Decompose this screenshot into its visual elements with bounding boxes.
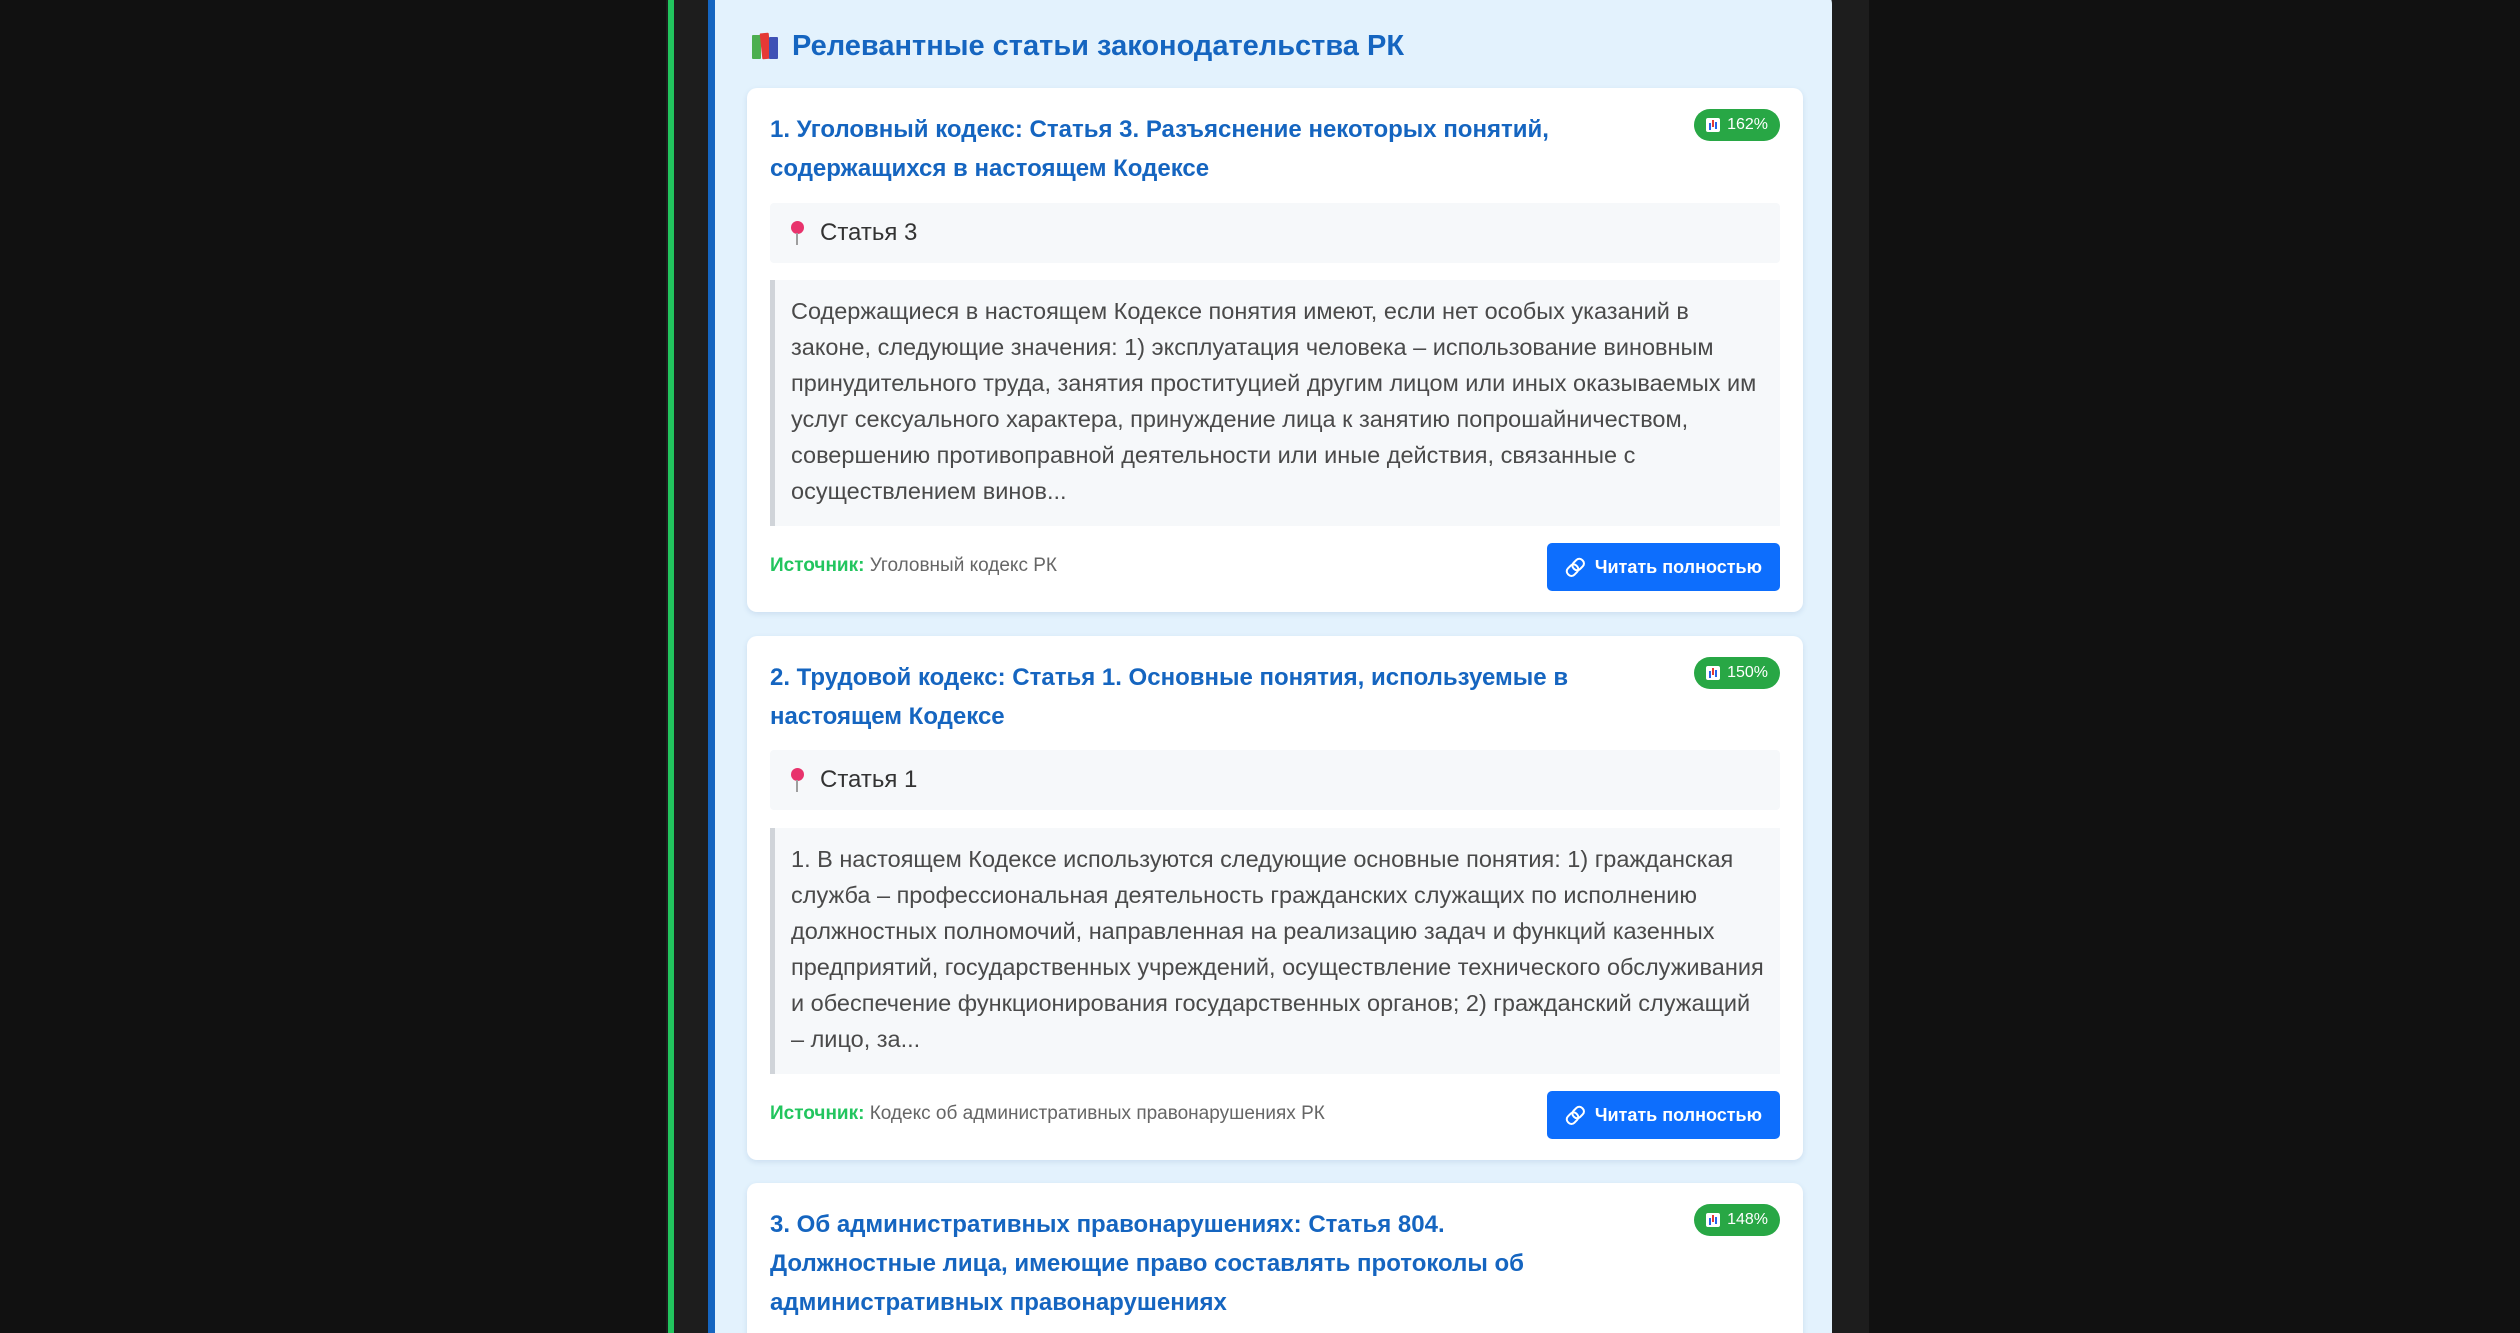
article-excerpt: 1. В настоящем Кодексе используются след…	[770, 828, 1780, 1074]
source-label: Источник:	[770, 1103, 865, 1124]
read-full-label: Читать полностью	[1594, 1104, 1762, 1125]
app-root: Релевантные статьи законодательства РК 1…	[0, 0, 2520, 1333]
article-source: Источник: Кодекс об административных пра…	[770, 1102, 1325, 1126]
relevance-badge: 150%	[1694, 657, 1780, 689]
source-value: Уголовный кодекс РК	[869, 555, 1057, 576]
bar-chart-icon	[1706, 118, 1721, 132]
article-source: Источник: Уголовный кодекс РК	[770, 554, 1057, 578]
source-value: Кодекс об административных правонарушени…	[869, 1103, 1325, 1124]
read-full-label: Читать полностью	[1594, 556, 1762, 577]
article-title: 1. Уголовный кодекс: Статья 3. Разъяснен…	[770, 116, 1549, 182]
article-number-box: Статья 3	[770, 203, 1780, 263]
relevance-score: 150%	[1727, 664, 1768, 681]
panel-title: Релевантные статьи законодательства РК	[792, 29, 1405, 62]
link-icon	[1561, 1101, 1589, 1129]
article-number-box: Статья 1	[770, 750, 1780, 810]
left-accent-bar	[668, 0, 674, 1333]
link-icon	[1561, 553, 1589, 581]
relevance-score: 148%	[1727, 1211, 1768, 1228]
article-title: 2. Трудовой кодекс: Статья 1. Основные п…	[770, 664, 1569, 730]
bar-chart-icon	[1706, 666, 1721, 680]
article-card: 1. Уголовный кодекс: Статья 3. Разъяснен…	[747, 88, 1803, 612]
read-full-button[interactable]: Читать полностью	[1546, 1091, 1780, 1139]
article-excerpt: Содержащиеся в настоящем Кодексе понятия…	[770, 280, 1780, 526]
source-label: Источник:	[770, 555, 865, 576]
books-icon	[750, 31, 780, 61]
article-number: Статья 1	[820, 766, 918, 793]
article-card: 3. Об административных правонарушениях: …	[747, 1183, 1803, 1333]
article-card: 2. Трудовой кодекс: Статья 1. Основные п…	[747, 636, 1803, 1160]
panel-accent-border	[708, 0, 715, 1333]
article-title: 3. Об административных правонарушениях: …	[770, 1211, 1525, 1316]
relevance-badge: 148%	[1694, 1204, 1780, 1236]
pin-icon	[788, 218, 806, 248]
panel-header: Релевантные статьи законодательства РК	[750, 24, 1404, 68]
article-number: Статья 3	[820, 219, 918, 246]
relevance-badge: 162%	[1694, 109, 1780, 141]
pin-icon	[788, 765, 806, 795]
read-full-button[interactable]: Читать полностью	[1546, 543, 1780, 591]
relevance-score: 162%	[1727, 116, 1768, 133]
bar-chart-icon	[1706, 1213, 1721, 1227]
